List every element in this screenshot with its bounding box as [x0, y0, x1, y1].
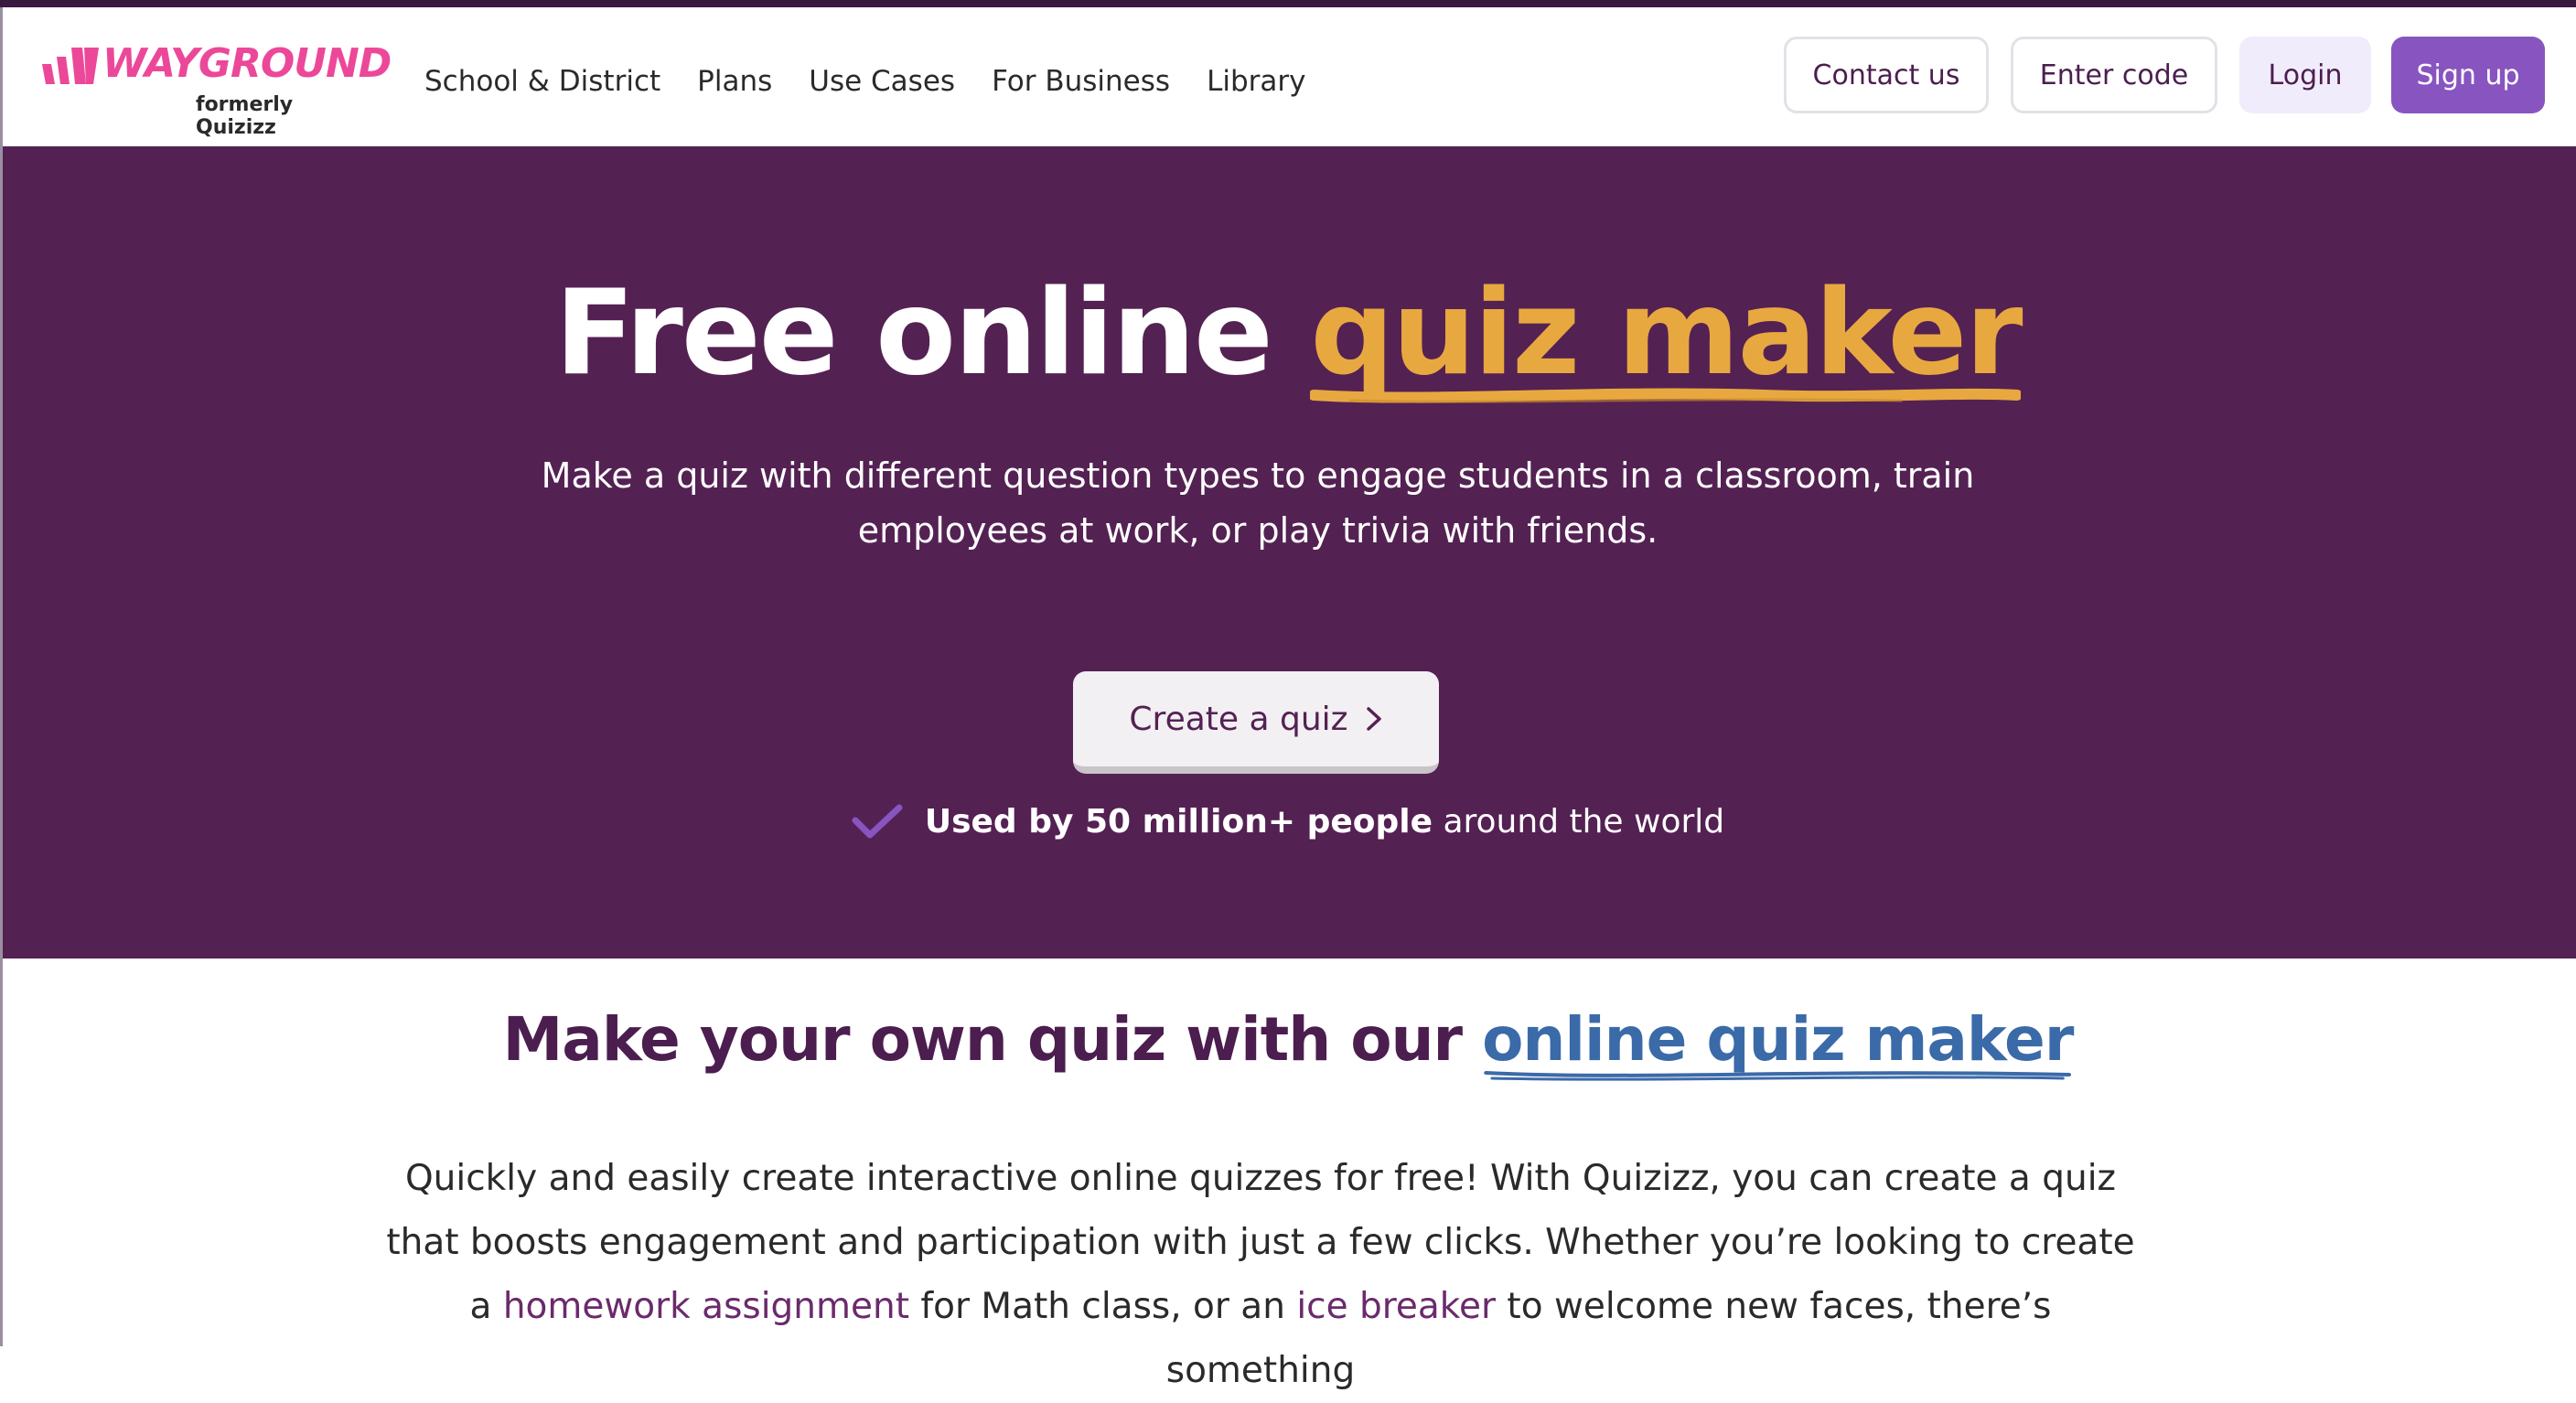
brand-logo[interactable]: WAYGROUND formerly Quizizz	[40, 40, 392, 139]
top-nav: WAYGROUND formerly Quizizz School & Dist…	[0, 7, 2576, 146]
social-proof-bold: Used by 50 million+ people	[924, 803, 1433, 841]
hero-title: Free online quiz maker	[0, 265, 2576, 403]
section-body: Quickly and easily create interactive on…	[384, 1147, 2137, 1403]
squiggle-underline-icon	[1484, 1071, 2072, 1081]
enter-code-button[interactable]: Enter code	[2011, 37, 2217, 113]
ice-breaker-link[interactable]: ice breaker	[1296, 1286, 1496, 1327]
chevron-right-icon	[1366, 707, 1381, 731]
online-quiz-maker-link-text: online quiz maker	[1482, 1004, 2074, 1075]
section-title-plain: Make your own quiz with our	[502, 1004, 1483, 1075]
hero-section: Free online quiz maker Make a quiz with …	[0, 146, 2576, 959]
section-title: Make your own quiz with our online quiz …	[0, 1004, 2576, 1081]
section-body-part-2: for Math class, or an	[909, 1286, 1297, 1327]
homework-assignment-link[interactable]: homework assignment	[503, 1286, 909, 1327]
sign-up-button[interactable]: Sign up	[2391, 37, 2545, 113]
brand-name: WAYGROUND	[102, 40, 392, 87]
nav-link-use-cases[interactable]: Use Cases	[809, 59, 955, 104]
online-quiz-maker-link[interactable]: online quiz maker	[1482, 1004, 2074, 1081]
hero-title-plain: Free online	[554, 265, 1311, 402]
hero-subtitle: Make a quiz with different question type…	[541, 455, 1975, 551]
login-button[interactable]: Login	[2239, 37, 2371, 113]
hero-title-accent-text: quiz maker	[1310, 265, 2023, 402]
check-icon	[852, 804, 903, 838]
social-proof-text: Used by 50 million+ people around the wo…	[925, 803, 1724, 841]
window-top-strip	[0, 0, 2576, 7]
brand-tagline: formerly Quizizz	[196, 93, 294, 139]
nav-link-for-business[interactable]: For Business	[992, 59, 1170, 104]
create-quiz-button[interactable]: Create a quiz	[1073, 671, 1439, 774]
social-proof-rest: around the world	[1433, 803, 1725, 841]
nav-link-plans[interactable]: Plans	[697, 59, 772, 104]
wayground-logo-icon	[42, 48, 99, 84]
brush-underline-icon	[1310, 388, 2022, 403]
hero-title-accent: quiz maker	[1310, 265, 2023, 403]
contact-us-button[interactable]: Contact us	[1784, 37, 1989, 113]
left-window-edge	[0, 7, 3, 1346]
nav-links: School & District Plans Use Cases For Bu…	[424, 59, 1305, 104]
social-proof: Used by 50 million+ people around the wo…	[0, 803, 2576, 841]
nav-link-school-district[interactable]: School & District	[424, 59, 660, 104]
create-quiz-label: Create a quiz	[1129, 700, 1348, 738]
nav-link-library[interactable]: Library	[1207, 59, 1305, 104]
